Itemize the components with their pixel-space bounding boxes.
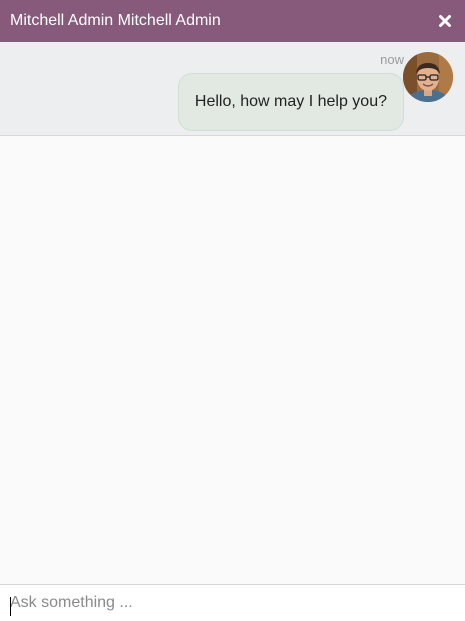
text-cursor	[10, 597, 11, 616]
operator-avatar-icon	[403, 52, 453, 102]
chat-title: Mitchell Admin Mitchell Admin	[10, 12, 221, 29]
avatar	[403, 52, 453, 102]
message-list: now Hello, how may I help you?	[0, 42, 465, 136]
composer[interactable]	[0, 584, 465, 621]
message-timestamp: now	[380, 52, 404, 67]
message-input[interactable]	[0, 585, 465, 621]
livechat-window: Mitchell Admin Mitchell Admin now Hello,…	[0, 0, 465, 621]
close-icon	[439, 15, 451, 27]
thread-body	[0, 136, 465, 584]
message-text: Hello, how may I help you?	[194, 93, 387, 110]
close-button[interactable]	[435, 11, 455, 31]
message-bubble: Hello, how may I help you?	[177, 73, 404, 131]
chat-header[interactable]: Mitchell Admin Mitchell Admin	[0, 0, 465, 42]
